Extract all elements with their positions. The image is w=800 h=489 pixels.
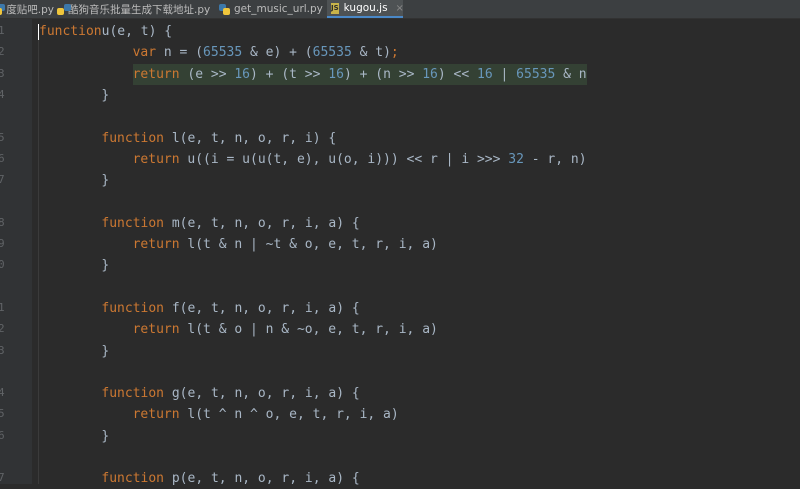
keyword-token: return (132, 322, 180, 338)
line-number: 4 (0, 87, 5, 101)
python-file-icon (0, 3, 6, 15)
number-token: 32 (508, 151, 524, 167)
line-number: 2 (0, 45, 5, 59)
tab-label: get_music_url.py (234, 3, 323, 15)
code-token: l(t & n | ~t & o, e, t, r, i, a) (179, 237, 438, 252)
line-number: 1 (0, 300, 5, 314)
python-file-icon (219, 3, 230, 15)
tab-2[interactable]: get_music_url.py (215, 0, 325, 18)
number-token: 16 (477, 66, 493, 82)
line-number: 0 (0, 258, 5, 272)
code-line: return l(t ^ n ^ o, e, t, r, i, a) (133, 404, 399, 425)
line-number: 2 (0, 322, 5, 336)
code-token: } (101, 87, 110, 103)
code-line: function m(e, t, n, o, r, i, a) { (101, 213, 359, 234)
keyword-token: ; (390, 45, 399, 61)
line-number: 4 (0, 386, 5, 400)
number-token: 16 (328, 66, 344, 82)
line-number: 5 (0, 130, 5, 144)
code-editor[interactable]: functionu(e, t) {var n = (65535 & e) + (… (32, 19, 800, 486)
javascript-file-icon: JS (331, 2, 339, 14)
keyword-token: function (101, 386, 165, 402)
code-token: l(t ^ n ^ o, e, t, r, i, a) (179, 407, 399, 423)
code-line: } (101, 85, 109, 106)
code-token: u(e, t) { (101, 24, 173, 39)
code-token: u((i = u(u(t, e), u(o, i))) << r | i >>> (179, 151, 509, 167)
number-token: 65535 (516, 66, 556, 82)
close-icon[interactable]: × (396, 3, 404, 14)
line-number: 3 (0, 343, 5, 357)
line-number: 5 (0, 407, 5, 421)
code-token: | (492, 66, 517, 82)
code-line: function g(e, t, n, o, r, i, a) { (101, 383, 359, 404)
keyword-token: function (101, 471, 165, 487)
code-line: return l(t & o | n & ~o, e, t, r, i, a) (133, 319, 438, 340)
keyword-token: return (132, 407, 180, 423)
tab-0[interactable]: 度贴吧.py (0, 0, 54, 18)
code-line: var n = (65535 & e) + (65535 & t); (133, 42, 399, 63)
number-token: 16 (422, 66, 438, 82)
indent-guide (38, 40, 39, 484)
code-line: functionu(e, t) { (39, 21, 172, 42)
code-line: } (101, 426, 109, 447)
code-token: ) << (437, 66, 478, 82)
code-token: p(e, t, n, o, r, i, a) { (164, 471, 360, 487)
code-token: } (101, 173, 110, 189)
number-token: 65535 (312, 45, 352, 61)
line-number: 7 (0, 173, 5, 187)
tab-label: kugou.js (343, 2, 388, 14)
line-number: 7 (0, 471, 5, 485)
tab-label: 度贴吧.py (6, 3, 54, 16)
code-token: ) + (t >> (250, 66, 329, 82)
code-token: } (101, 258, 110, 274)
text-cursor (38, 24, 39, 40)
tab-1[interactable]: 酷狗音乐批量生成下载地址.py (57, 0, 211, 18)
code-token: & t) (351, 45, 391, 61)
code-token: } (101, 428, 110, 444)
code-token: l(e, t, n, o, r, i) { (164, 130, 337, 146)
code-token: m(e, t, n, o, r, i, a) { (164, 215, 360, 231)
code-line: return l(t & n | ~t & o, e, t, r, i, a) (133, 234, 438, 255)
keyword-token: return (132, 237, 180, 252)
code-line: } (101, 255, 109, 276)
tab-label: 酷狗音乐批量生成下载地址.py (68, 3, 211, 16)
code-line: } (101, 341, 109, 362)
number-token: 16 (234, 66, 251, 82)
line-number: 3 (0, 66, 5, 80)
code-token: - r, n) (523, 151, 587, 167)
line-number: 6 (0, 428, 5, 442)
code-token: ) + (n >> (343, 66, 423, 82)
code-token: l(t & o | n & ~o, e, t, r, i, a) (179, 322, 438, 338)
keyword-token: var (132, 45, 157, 61)
code-line: return u((i = u(u(t, e), u(o, i))) << r … (133, 149, 587, 170)
code-line: } (101, 170, 109, 191)
line-number: 8 (0, 215, 5, 229)
line-number: 6 (0, 151, 5, 165)
keyword-token: function (101, 300, 165, 316)
code-line: return (e >> 16) + (t >> 16) + (n >> 16)… (132, 63, 587, 85)
code-line: function l(e, t, n, o, r, i) { (101, 128, 336, 149)
code-token: (e >> (179, 66, 235, 82)
code-token: } (101, 343, 110, 359)
line-number-gutter: 1 2 3 4 5 6 7 8 9 0 1 2 3 4 5 6 7 (0, 19, 32, 484)
code-token: & e) + ( (242, 45, 313, 61)
keyword-token: function (101, 130, 165, 146)
line-number: 9 (0, 237, 5, 250)
keyword-token: return (132, 151, 180, 167)
number-token: 65535 (203, 45, 243, 61)
code-token: g(e, t, n, o, r, i, a) { (164, 386, 360, 402)
editor-tab-bar: 度贴吧.py 酷狗音乐批量生成下载地址.py get_music_url.py JS k… (0, 0, 800, 19)
code-token: & n (555, 66, 587, 82)
keyword-token: function (101, 215, 165, 231)
line-number: 1 (0, 24, 5, 37)
tab-3[interactable]: JS kugou.js × (327, 0, 404, 18)
keyword-token: function (39, 24, 102, 39)
code-line: function f(e, t, n, o, r, i, a) { (101, 298, 359, 319)
code-token: n = ( (156, 45, 204, 61)
code-line: function p(e, t, n, o, r, i, a) { (101, 468, 359, 489)
code-token: f(e, t, n, o, r, i, a) { (164, 300, 360, 316)
keyword-token: return (132, 66, 180, 82)
